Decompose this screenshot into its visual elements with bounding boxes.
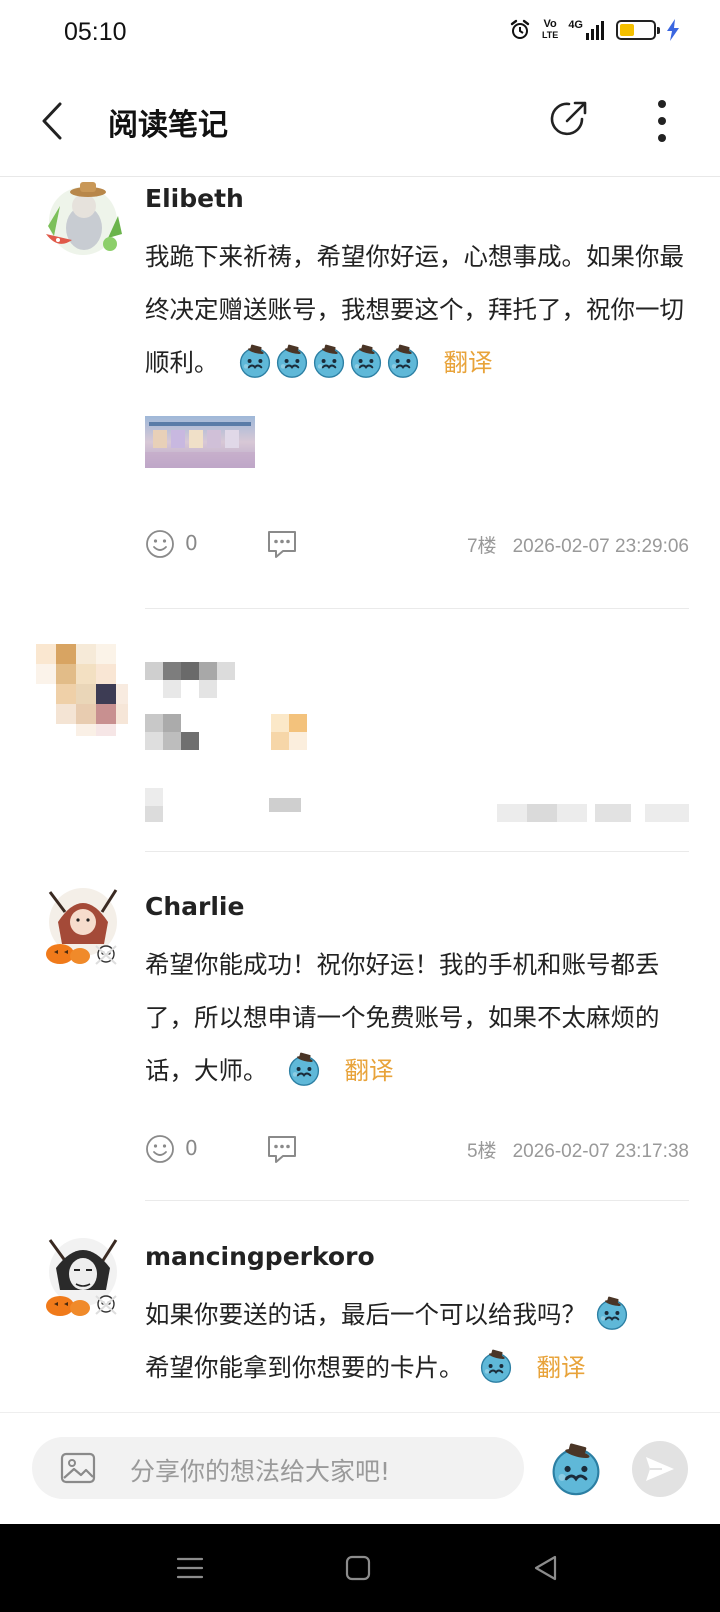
comment-item: Elibeth 我跪下来祈祷，希望你好运，心想事成。如果你最终决定赠送账号，我想… bbox=[0, 176, 720, 610]
like-count: 0 bbox=[185, 531, 198, 555]
comment-body-line2: 希望你能拿到你想要的卡片。 bbox=[145, 1353, 464, 1382]
emoji-group bbox=[237, 348, 422, 377]
app-header: 阅读笔记 bbox=[0, 66, 720, 177]
divider bbox=[145, 851, 689, 852]
blob-emoji-icon bbox=[237, 343, 273, 379]
blob-emoji-icon bbox=[348, 343, 384, 379]
status-bar: 05:10 Vo LTE 4G bbox=[0, 0, 720, 66]
pixelated-comment-text bbox=[145, 714, 325, 750]
divider bbox=[145, 608, 689, 609]
comment-text: 希望你能成功！祝你好运！我的手机和账号都丢了，所以想申请一个免费账号，如果不太麻… bbox=[145, 938, 685, 1097]
user-avatar[interactable] bbox=[40, 176, 126, 262]
comment-actions: 0 5楼 2026-02-07 23:17:38 bbox=[145, 1130, 689, 1170]
image-icon[interactable] bbox=[60, 1451, 96, 1485]
status-time: 05:10 bbox=[64, 18, 127, 46]
timestamp: 2026-02-07 23:17:38 bbox=[512, 1141, 689, 1162]
username[interactable]: mancingperkoro bbox=[145, 1242, 375, 1271]
status-icons: Vo LTE 4G bbox=[508, 18, 680, 42]
username[interactable]: Charlie bbox=[145, 892, 244, 921]
chevron-left-icon[interactable] bbox=[34, 96, 74, 146]
menu-icon[interactable] bbox=[172, 1550, 208, 1586]
comment-actions: 0 7楼 2026-02-07 23:29:06 bbox=[145, 525, 689, 565]
timestamp: 2026-02-07 23:29:06 bbox=[512, 536, 689, 557]
comment-text: 我跪下来祈祷，希望你好运，心想事成。如果你最终决定赠送账号，我想要这个，拜托了，… bbox=[145, 230, 685, 389]
blob-emoji-icon bbox=[594, 1295, 630, 1331]
like-count: 0 bbox=[185, 1136, 198, 1160]
blob-emoji-icon bbox=[286, 1051, 322, 1087]
comment-input-bar: 分享你的想法给大家吧! bbox=[0, 1412, 720, 1523]
send-button[interactable] bbox=[632, 1441, 688, 1497]
blob-emoji-icon bbox=[385, 343, 421, 379]
charging-icon bbox=[667, 19, 679, 41]
blob-emoji-icon bbox=[478, 1348, 514, 1384]
home-icon[interactable] bbox=[340, 1550, 376, 1586]
blob-emoji-icon bbox=[274, 343, 310, 379]
translate-link[interactable]: 翻译 bbox=[537, 1353, 586, 1382]
battery-level bbox=[620, 24, 634, 36]
floor-number: 7楼 bbox=[466, 536, 497, 557]
volte-label-top: Vo bbox=[543, 18, 557, 30]
comment-item: mancingperkoro 如果你要送的话，最后一个可以给我吗？ 希望你能拿到… bbox=[0, 1232, 720, 1412]
volte-indicator: Vo LTE bbox=[542, 19, 558, 41]
hidden-comment bbox=[0, 636, 720, 852]
comment-meta: 5楼 2026-02-07 23:17:38 bbox=[467, 1136, 689, 1163]
signal-indicator: 4G bbox=[568, 20, 606, 40]
alarm-icon bbox=[510, 19, 530, 39]
comment-body-line1: 如果你要送的话，最后一个可以给我吗？ bbox=[145, 1300, 586, 1329]
comment-input[interactable]: 分享你的想法给大家吧! bbox=[32, 1437, 524, 1499]
battery-icon bbox=[616, 20, 660, 40]
volte-label-bottom: LTE bbox=[541, 30, 559, 40]
smile-icon[interactable] bbox=[145, 529, 175, 559]
pixelated-actions bbox=[145, 788, 689, 824]
more-vertical-icon[interactable] bbox=[652, 96, 672, 146]
blob-emoji-icon bbox=[311, 343, 347, 379]
pixelated-avatar bbox=[36, 644, 128, 736]
comment-meta: 7楼 2026-02-07 23:29:06 bbox=[467, 531, 689, 558]
input-placeholder: 分享你的想法给大家吧! bbox=[130, 1457, 391, 1486]
smile-icon[interactable] bbox=[145, 1134, 175, 1164]
floor-number: 5楼 bbox=[466, 1141, 497, 1162]
user-avatar[interactable] bbox=[40, 882, 126, 968]
comment-body: 希望你能成功！祝你好运！我的手机和账号都丢了，所以想申请一个免费账号，如果不太麻… bbox=[145, 950, 660, 1085]
divider bbox=[145, 1200, 689, 1201]
translate-link[interactable]: 翻译 bbox=[345, 1056, 394, 1085]
username[interactable]: Elibeth bbox=[145, 184, 244, 213]
signal-bars-icon bbox=[586, 21, 604, 40]
comment-image-thumbnail[interactable] bbox=[145, 416, 255, 468]
emoji-icon[interactable] bbox=[548, 1441, 604, 1497]
pixelated-username bbox=[145, 662, 235, 698]
reply-icon[interactable] bbox=[265, 1132, 299, 1166]
comment-item: Charlie 希望你能成功！祝你好运！我的手机和账号都丢了，所以想申请一个免费… bbox=[0, 882, 720, 1202]
translate-link[interactable]: 翻译 bbox=[444, 348, 493, 377]
signal-label: 4G bbox=[568, 19, 583, 31]
comment-text: 如果你要送的话，最后一个可以给我吗？ 希望你能拿到你想要的卡片。 翻译 bbox=[145, 1288, 685, 1394]
user-avatar[interactable] bbox=[40, 1232, 126, 1318]
system-nav-bar bbox=[0, 1524, 720, 1612]
reply-icon[interactable] bbox=[265, 527, 299, 561]
page-title: 阅读笔记 bbox=[108, 108, 228, 143]
send-icon bbox=[646, 1457, 674, 1481]
share-icon[interactable] bbox=[548, 98, 590, 140]
back-triangle-icon[interactable] bbox=[528, 1550, 564, 1586]
